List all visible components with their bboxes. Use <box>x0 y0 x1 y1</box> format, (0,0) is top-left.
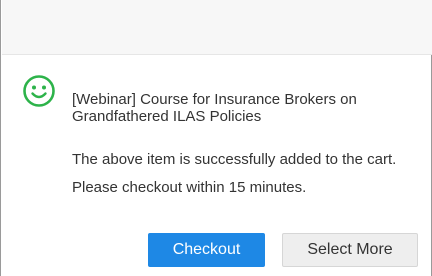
smiley-icon <box>22 74 56 108</box>
dialog-header <box>2 0 432 55</box>
cart-confirmation-dialog: [Webinar] Course for Insurance Brokers o… <box>0 0 432 276</box>
checkout-button[interactable]: Checkout <box>148 233 265 267</box>
confirmation-message: The above item is successfully added to … <box>72 151 397 196</box>
item-title: [Webinar] Course for Insurance Brokers o… <box>72 91 357 125</box>
select-more-button[interactable]: Select More <box>282 233 418 267</box>
